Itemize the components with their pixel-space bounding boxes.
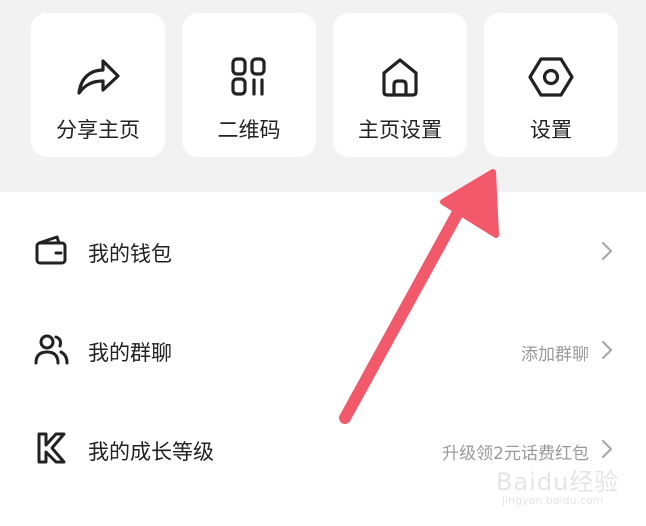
watermark-brand: Baidu经验 (496, 468, 620, 496)
baidu-watermark: Baidu经验 jingyan.baidu.com (496, 448, 626, 518)
watermark-url: jingyan.baidu.com (502, 494, 604, 507)
